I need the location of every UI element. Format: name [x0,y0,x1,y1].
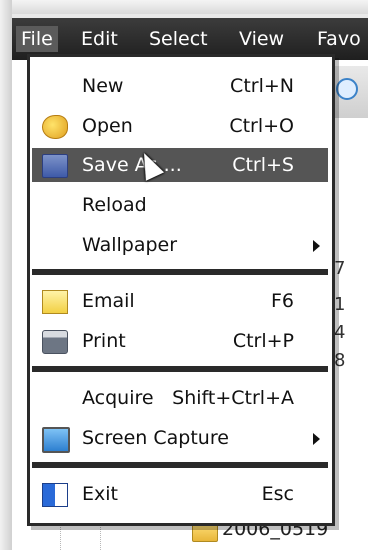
menu-item-open[interactable]: Open Ctrl+O [32,109,328,143]
submenu-arrow-icon [313,240,320,252]
menu-item-label: Save As ... [82,154,182,176]
background-text: 4 [334,322,346,343]
submenu-arrow-icon [313,433,320,445]
menu-item-label: Open [82,115,133,137]
menu-item-screen-capture[interactable]: Screen Capture [32,421,328,455]
menu-item-label: Acquire [82,387,154,409]
menu-separator [32,366,328,372]
menu-view[interactable]: View [234,26,289,52]
save-disk-icon [42,154,68,178]
menu-item-shortcut: Ctrl+P [232,330,294,352]
menu-item-reload[interactable]: Reload [32,188,328,222]
menu-item-shortcut: Ctrl+S [232,154,294,176]
menu-separator [32,269,328,275]
file-menu-dropdown: New Ctrl+N Open Ctrl+O Save As ... Ctrl+… [27,54,335,526]
screen-icon [42,427,70,453]
background-text: 7 [334,258,346,279]
menu-item-label: Wallpaper [82,234,178,256]
menu-select[interactable]: Select [144,26,213,52]
menu-item-exit[interactable]: Exit Esc [32,477,328,511]
menu-item-save-as[interactable]: Save As ... Ctrl+S [32,148,328,182]
menu-item-shortcut: Shift+Ctrl+A [172,387,294,409]
menu-item-shortcut: F6 [270,290,294,312]
menu-file[interactable]: File [16,26,58,52]
menu-item-label: New [82,75,124,97]
window-top-edge [0,0,368,14]
menu-separator [32,462,328,468]
menu-item-acquire[interactable]: Acquire Shift+Ctrl+A [32,381,328,415]
menu-item-wallpaper[interactable]: Wallpaper [32,228,328,262]
email-icon [42,290,68,314]
menu-item-label: Exit [82,483,118,505]
menu-item-label: Reload [82,194,147,216]
open-folder-icon [42,115,68,139]
menu-item-print[interactable]: Print Ctrl+P [32,324,328,358]
menu-item-label: Print [82,330,126,352]
background-text: 8 [334,350,346,371]
printer-icon [42,330,68,354]
menu-item-shortcut: Ctrl+N [230,75,294,97]
menu-item-email[interactable]: Email F6 [32,284,328,318]
window-left-edge [0,0,12,550]
menu-edit[interactable]: Edit [76,26,123,52]
background-text: 1 [334,294,346,315]
exit-icon [42,483,68,507]
menu-item-label: Email [82,290,135,312]
zoom-out-icon[interactable] [336,78,358,100]
menu-item-label: Screen Capture [82,427,229,449]
menu-item-new[interactable]: New Ctrl+N [32,69,328,103]
menu-item-shortcut: Esc [261,483,294,505]
menu-favorites[interactable]: Favo [312,26,366,52]
menu-item-shortcut: Ctrl+O [229,115,294,137]
